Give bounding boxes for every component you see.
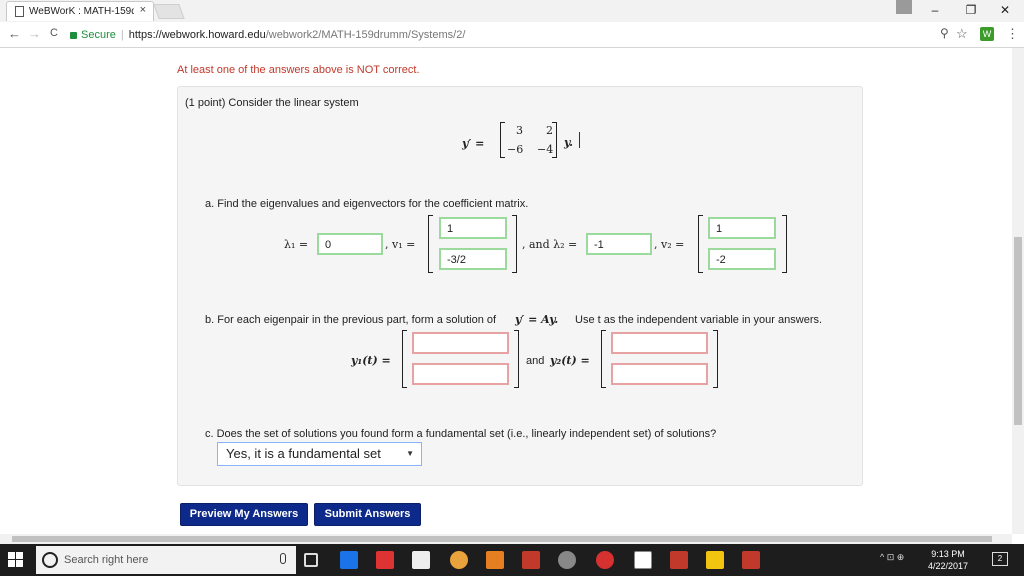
submit-answers-button[interactable]: Submit Answers [314, 503, 421, 526]
v2-component-2-input[interactable]: -2 [708, 248, 776, 270]
microphone-icon[interactable] [280, 553, 286, 564]
zoom-icon[interactable]: ⚲ [940, 26, 949, 40]
taskbar-search-placeholder: Search right here [64, 554, 149, 566]
v1-left-bracket [428, 215, 433, 273]
lambda2-label: , and λ₂ = [522, 238, 578, 251]
text-cursor [579, 132, 580, 148]
gift-icon-2[interactable] [742, 551, 760, 569]
v-app-icon[interactable] [634, 551, 652, 569]
url-host: https://webwork.howard.edu [128, 29, 266, 41]
forward-icon[interactable]: → [28, 26, 41, 41]
part-b-and: and [526, 355, 545, 367]
y1-left-bracket [402, 330, 407, 388]
app-icon-red[interactable] [376, 551, 394, 569]
v2-right-bracket [782, 215, 787, 273]
browser-tab[interactable]: WeBWorK : MATH-159drum × [6, 1, 154, 21]
lambda2-input[interactable]: -1 [586, 233, 652, 255]
v2-label: , v₂ = [654, 238, 685, 251]
matrix-left-bracket [500, 122, 505, 158]
bookmark-star-icon[interactable]: ☆ [956, 26, 968, 42]
matrix-a22: −4 [537, 143, 554, 156]
y1-label: y₁(t) = [351, 354, 391, 367]
y1-component-2-input[interactable] [412, 363, 509, 385]
v1-label: , v₁ = [385, 238, 416, 251]
y2-component-2-input[interactable] [611, 363, 708, 385]
windows-start-icon[interactable] [8, 552, 24, 568]
clock-time: 9:13 PM [931, 549, 965, 559]
v2-left-bracket [698, 215, 703, 273]
matrix-a21: −6 [507, 143, 524, 156]
y2-label: y₂(t) = [550, 354, 590, 367]
minimize-button[interactable]: – [920, 0, 950, 22]
back-icon[interactable]: ← [8, 26, 21, 41]
part-b-equation: y′ = Ay. [515, 313, 559, 326]
lambda1-input[interactable]: 0 [317, 233, 383, 255]
part-b-instruction: Use t as the independent variable in you… [575, 314, 823, 326]
reload-icon[interactable]: C [50, 27, 58, 39]
opera-icon[interactable] [596, 551, 614, 569]
v2-component-1-input[interactable]: 1 [708, 217, 776, 239]
horizontal-scroll-thumb[interactable] [12, 536, 992, 542]
v1-component-1-input[interactable]: 1 [439, 217, 507, 239]
part-b-prompt: b. For each eigenpair in the previous pa… [205, 314, 497, 326]
url-path: /webwork2/MATH-159drumm/Systems/2/ [265, 29, 466, 41]
acrobat-icon[interactable] [670, 551, 688, 569]
lambda1-label: λ₁ = [284, 238, 309, 251]
matrix-right-bracket [552, 122, 557, 158]
notification-center-icon[interactable]: 2 [992, 552, 1008, 566]
fundamental-set-select[interactable]: Yes, it is a fundamental set ▼ [217, 442, 422, 466]
select-value: Yes, it is a fundamental set [226, 446, 381, 461]
answer-warning: At least one of the answers above is NOT… [177, 64, 420, 76]
page-icon [15, 6, 24, 17]
tab-title: WeBWorK : MATH-159drum [29, 6, 134, 17]
gift-icon[interactable] [522, 551, 540, 569]
v1-right-bracket [512, 215, 517, 273]
restore-button[interactable]: ❐ [956, 0, 986, 22]
cortana-icon [42, 552, 58, 568]
part-a-prompt: a. Find the eigenvalues and eigenvectors… [205, 198, 529, 210]
matlab-icon[interactable] [486, 551, 504, 569]
close-window-button[interactable]: ✕ [990, 0, 1020, 22]
y1-component-1-input[interactable] [412, 332, 509, 354]
vertical-scroll-thumb[interactable] [1014, 237, 1022, 425]
extension-icon[interactable]: W [980, 27, 994, 41]
secure-label: Secure [81, 29, 116, 41]
file-explorer-icon[interactable] [706, 551, 724, 569]
taskbar-search[interactable]: Search right here [36, 546, 296, 574]
new-tab-button[interactable] [153, 4, 185, 19]
y1-right-bracket [514, 330, 519, 388]
system-rhs: y. [564, 136, 573, 149]
y2-component-1-input[interactable] [611, 332, 708, 354]
y2-right-bracket [713, 330, 718, 388]
dropdown-arrow-icon: ▼ [406, 449, 414, 458]
problem-intro: (1 point) Consider the linear system [185, 97, 359, 109]
system-lhs: y′ = [462, 137, 485, 150]
address-separator: | [120, 29, 124, 41]
matrix-a11: 3 [516, 124, 523, 137]
v1-component-2-input[interactable]: -3/2 [439, 248, 507, 270]
taskbar-clock[interactable]: 9:13 PM 4/22/2017 [920, 548, 976, 572]
store-icon[interactable] [412, 551, 430, 569]
preview-answers-button[interactable]: Preview My Answers [180, 503, 308, 526]
tab-close-icon[interactable]: × [140, 4, 146, 16]
lock-icon [70, 32, 77, 39]
clock-date: 4/22/2017 [927, 561, 969, 571]
address-bar[interactable]: Secure | https://webwork.howard.edu/webwor… [70, 26, 970, 44]
part-c-prompt: c. Does the set of solutions you found f… [205, 428, 717, 440]
edge-icon[interactable] [340, 551, 358, 569]
task-view-icon[interactable] [304, 553, 318, 567]
system-tray[interactable]: ^ ⊡ ⊕ [880, 552, 904, 563]
chrome-icon[interactable] [450, 551, 468, 569]
menu-icon[interactable]: ⋮ [1006, 26, 1019, 42]
user-profile-icon[interactable] [896, 0, 912, 14]
y2-left-bracket [601, 330, 606, 388]
app-icon-gray[interactable] [558, 551, 576, 569]
